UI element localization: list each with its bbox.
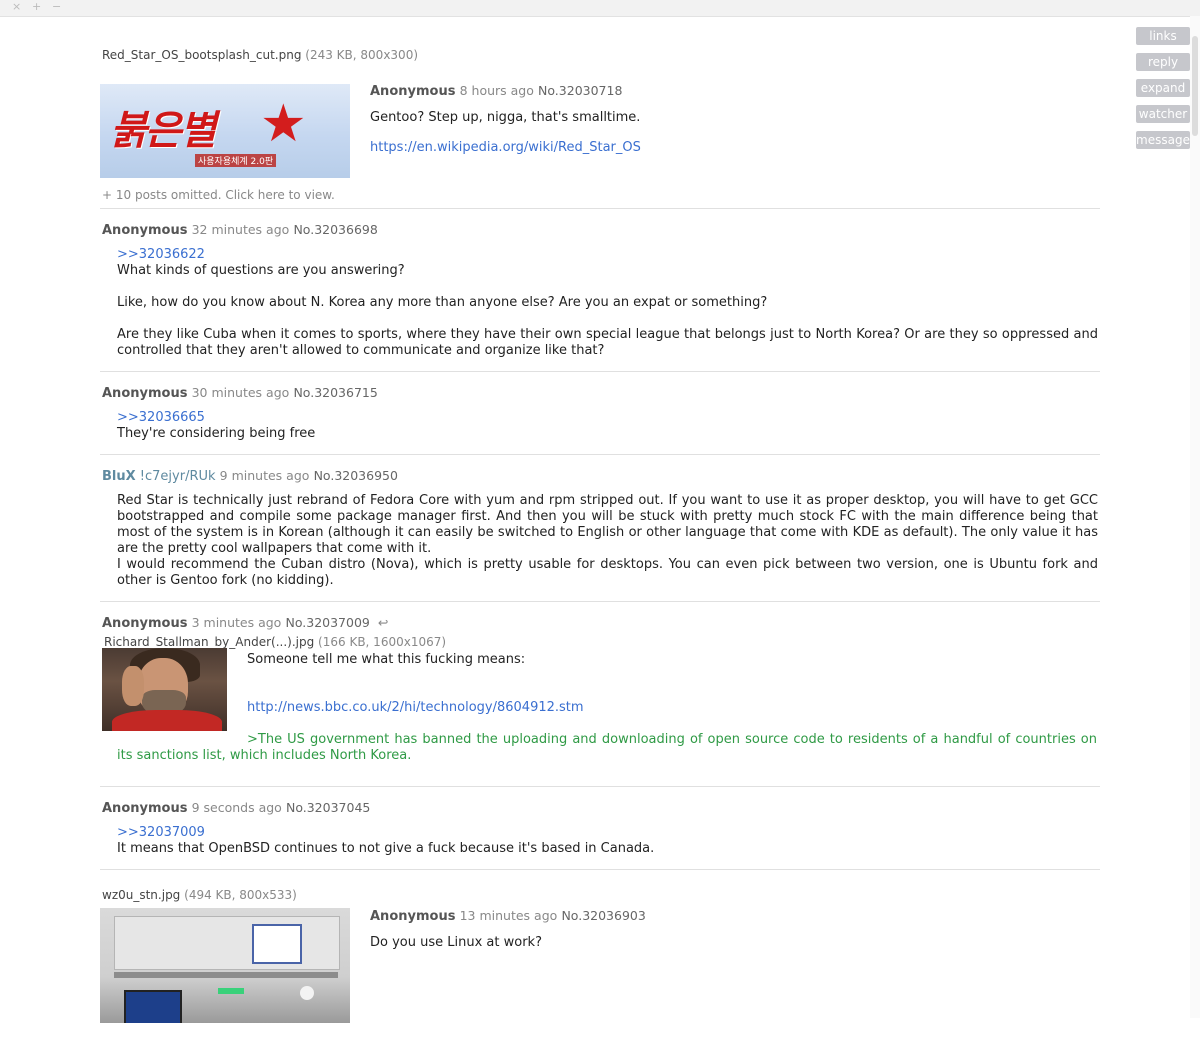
- reply-post: Anonymous 30 minutes ago No.32036715 >>3…: [100, 372, 1100, 442]
- file-info: (166 KB, 1600x1067): [318, 635, 447, 649]
- reply-post: BluX !c7ejyr/RUk 9 minutes ago No.320369…: [100, 455, 1100, 589]
- tripcode: !c7ejyr/RUk: [139, 469, 216, 484]
- quote-link[interactable]: >>32036665: [117, 410, 1098, 426]
- maximize-icon[interactable]: +: [32, 1, 41, 13]
- post-text: Do you use Linux at work?: [370, 935, 542, 950]
- file-meta: Richard_Stallman_by_Ander(...).jpg (166 …: [104, 635, 1100, 649]
- post-text: It means that OpenBSD continues to not g…: [117, 841, 655, 856]
- reply-post: Anonymous 9 seconds ago No.32037045 >>32…: [100, 787, 1100, 857]
- thread-op-post: wz0u_stn.jpg (494 KB, 800x533) Anonymous…: [100, 888, 1100, 1048]
- post-number[interactable]: No.32036698: [293, 222, 377, 237]
- greentext-quote: >The US government has banned the upload…: [117, 732, 1097, 763]
- post-time: 9 seconds ago: [191, 800, 282, 815]
- poster-name: Anonymous: [370, 909, 456, 924]
- post-number[interactable]: No.32037045: [286, 800, 370, 815]
- scrollbar-thumb[interactable]: [1192, 36, 1198, 136]
- omitted-posts[interactable]: + 10 posts omitted. Click here to view.: [102, 188, 1100, 202]
- minimize-icon[interactable]: −: [52, 1, 61, 13]
- post-text: Someone tell me what this fucking means:: [247, 652, 526, 667]
- poster-name: Anonymous: [102, 223, 188, 238]
- post-number[interactable]: No.32037009: [285, 615, 369, 630]
- post-time: 13 minutes ago: [459, 908, 558, 923]
- scrollbar[interactable]: [1190, 16, 1200, 1018]
- post-time: 32 minutes ago: [191, 222, 290, 237]
- watcher-button[interactable]: watcher: [1136, 105, 1190, 123]
- star-logo-icon: ★: [260, 94, 307, 154]
- op-thumbnail[interactable]: 붉은별 ★ 사용자용체계 2.0판: [100, 84, 350, 178]
- op-file-meta: Red_Star_OS_bootsplash_cut.png (243 KB, …: [102, 48, 1100, 62]
- thread-thumbnail[interactable]: [100, 908, 350, 1023]
- expand-button[interactable]: expand: [1136, 79, 1190, 97]
- op-file-info: (243 KB, 800x300): [305, 48, 419, 62]
- poster-name: Anonymous: [102, 616, 188, 631]
- divider: [100, 869, 1100, 870]
- file-name[interactable]: Richard_Stallman_by_Ander(...).jpg: [104, 635, 314, 649]
- post-text: Are they like Cuba when it comes to spor…: [117, 327, 1098, 358]
- post-number[interactable]: No.32036903: [561, 908, 645, 923]
- post-number[interactable]: No.32030718: [538, 83, 622, 98]
- reply-button[interactable]: reply: [1136, 53, 1190, 71]
- post-text: I would recommend the Cuban distro (Nova…: [117, 557, 1098, 588]
- poster-name: Anonymous: [102, 801, 188, 816]
- post-number[interactable]: No.32036715: [293, 385, 377, 400]
- reply-post: Anonymous 3 minutes ago No.32037009 ↩ Ri…: [100, 602, 1100, 786]
- op-image-text: 붉은별: [110, 107, 216, 154]
- op-content: Anonymous 8 hours ago No.32030718 Gentoo…: [370, 83, 1090, 155]
- op-file-name[interactable]: Red_Star_OS_bootsplash_cut.png: [102, 48, 301, 62]
- post-time: 8 hours ago: [459, 83, 534, 98]
- post-time: 3 minutes ago: [191, 615, 282, 630]
- close-icon[interactable]: ×: [12, 1, 21, 13]
- post-text: Red Star is technically just rebrand of …: [117, 493, 1098, 556]
- file-meta: wz0u_stn.jpg (494 KB, 800x533): [102, 888, 1100, 902]
- file-info: (494 KB, 800x533): [184, 888, 297, 902]
- post-text: Like, how do you know about N. Korea any…: [117, 295, 768, 310]
- reply-post: Anonymous 32 minutes ago No.32036698 >>3…: [100, 209, 1100, 359]
- quote-link[interactable]: >>32037009: [117, 825, 1098, 841]
- side-menu: links reply expand watcher message: [1136, 27, 1190, 157]
- poster-name: BluX: [102, 469, 136, 484]
- message-button[interactable]: message: [1136, 131, 1190, 149]
- post-number[interactable]: No.32036950: [314, 468, 398, 483]
- op-link[interactable]: https://en.wikipedia.org/wiki/Red_Star_O…: [370, 140, 641, 155]
- quote-link[interactable]: >>32036622: [117, 247, 1098, 263]
- reply-arrow-icon[interactable]: ↩: [378, 615, 388, 630]
- reply-thumbnail[interactable]: [102, 648, 227, 731]
- poster-name: Anonymous: [102, 386, 188, 401]
- post-time: 9 minutes ago: [219, 468, 310, 483]
- op-body: Gentoo? Step up, nigga, that's smalltime…: [370, 110, 641, 125]
- post-link[interactable]: http://news.bbc.co.uk/2/hi/technology/86…: [247, 700, 584, 715]
- op-post: 붉은별 ★ 사용자용체계 2.0판 Anonymous 8 hours ago …: [100, 62, 1100, 182]
- thread-container: Red_Star_OS_bootsplash_cut.png (243 KB, …: [100, 48, 1100, 1048]
- op-image-subtext: 사용자용체계 2.0판: [195, 154, 277, 167]
- links-button[interactable]: links: [1136, 27, 1190, 45]
- post-text: What kinds of questions are you answerin…: [117, 263, 405, 278]
- file-name[interactable]: wz0u_stn.jpg: [102, 888, 180, 902]
- post-time: 30 minutes ago: [191, 385, 290, 400]
- post-text: They're considering being free: [117, 426, 316, 441]
- poster-name: Anonymous: [370, 84, 456, 99]
- window-top-strip: × + −: [0, 0, 1200, 17]
